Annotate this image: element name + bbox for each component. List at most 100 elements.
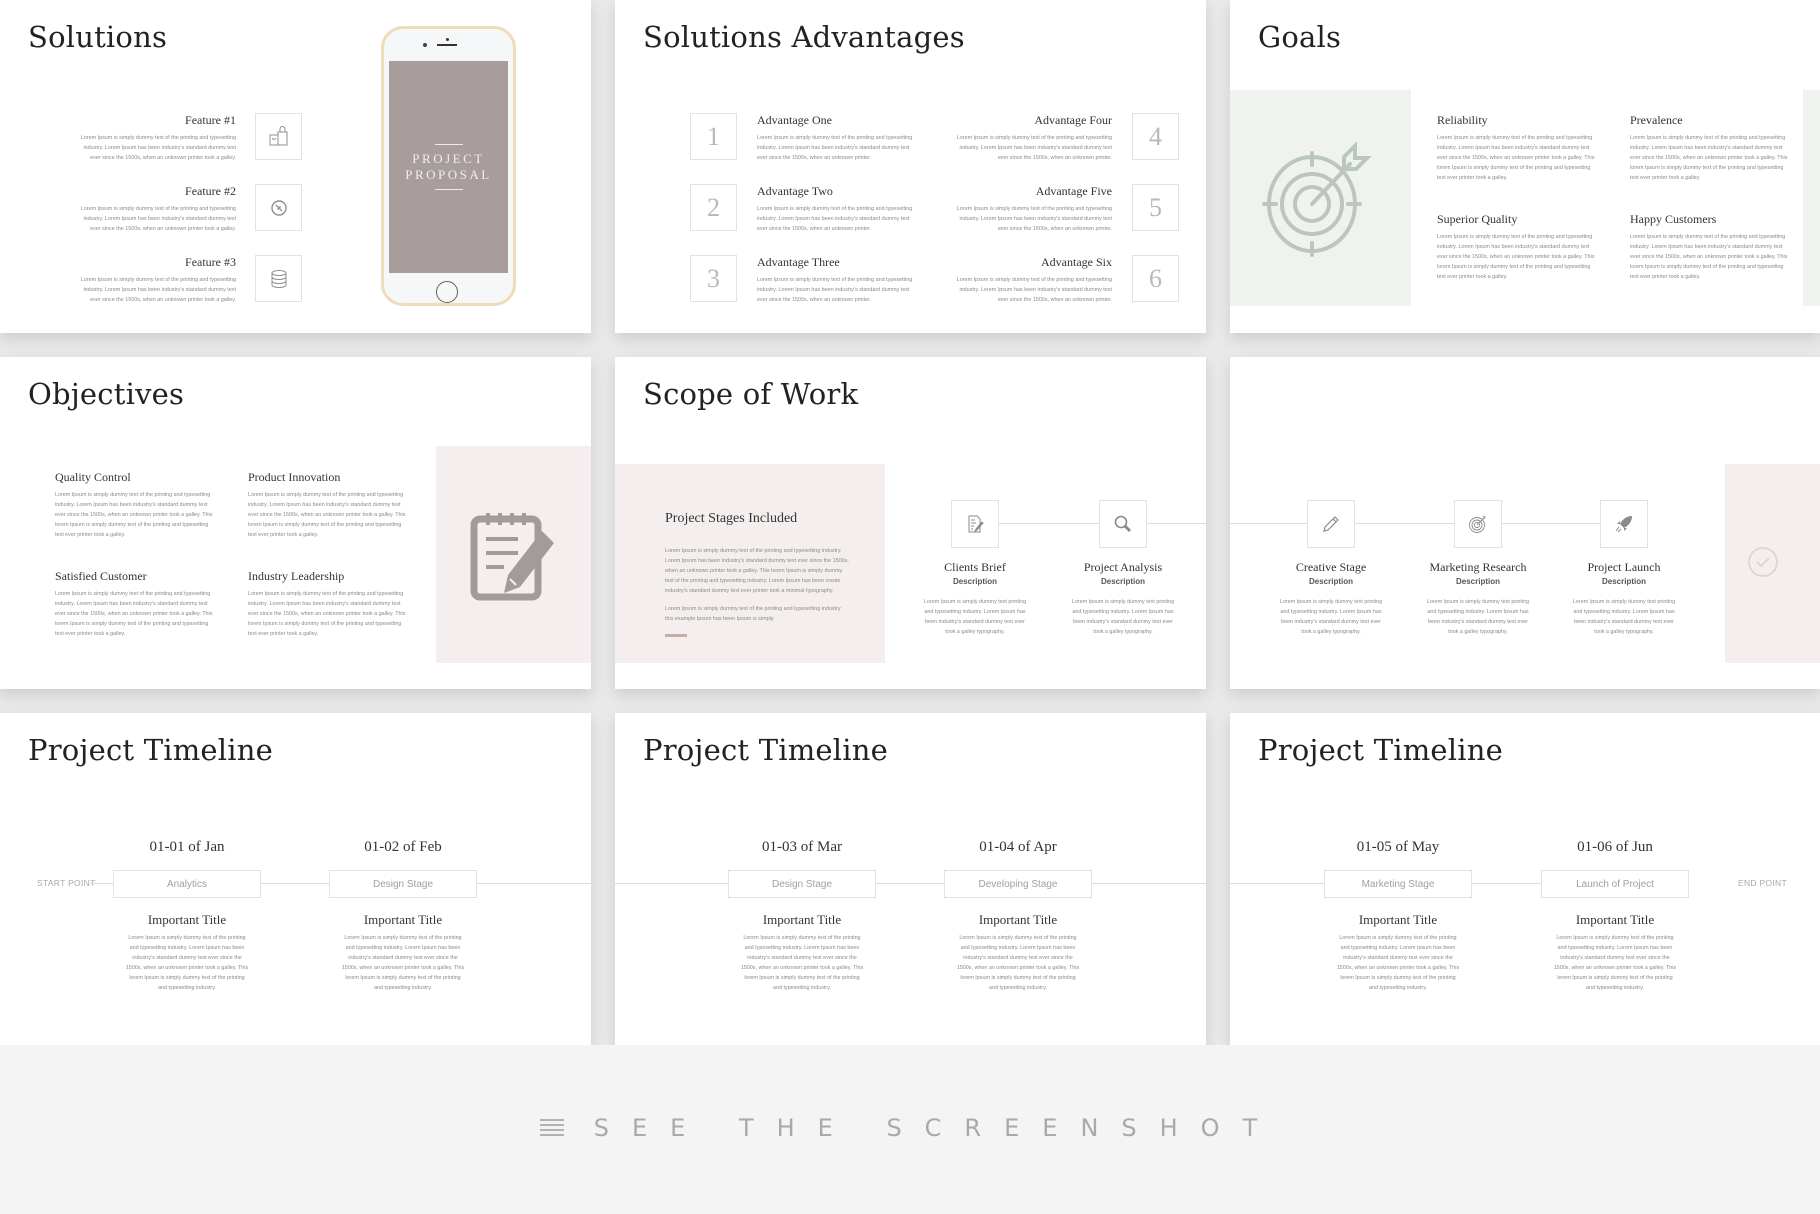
slide-title: Project Timeline <box>643 733 888 767</box>
phone-home-button <box>436 281 458 303</box>
objective-title: Satisfied Customer <box>55 569 147 583</box>
objective-title: Product Innovation <box>248 470 341 484</box>
milestone-title: Important Title <box>978 912 1058 927</box>
shopping-bags-icon <box>255 113 302 160</box>
slide-project-timeline-3[interactable]: Project Timeline END POINT 01-05 of May M… <box>1230 713 1820 1045</box>
advantage-number: 2 <box>690 184 737 231</box>
notepad-pencil-icon <box>470 512 554 600</box>
compass-icon <box>255 184 302 231</box>
advantage-number: 5 <box>1132 184 1179 231</box>
end-point-label: END POINT <box>1738 878 1787 888</box>
stage-title: Project Analysis <box>1083 560 1163 574</box>
advantage-title: Advantage Two <box>757 184 833 198</box>
milestone-date: 01-03 of Mar <box>762 839 842 855</box>
milestone-title: Important Title <box>1358 912 1438 927</box>
goal-title: Prevalence <box>1630 113 1683 127</box>
body-text: Lorem Ipsum is simply dummy text of the … <box>956 935 1080 991</box>
phone-speaker <box>437 44 457 46</box>
body-text: Lorem Ipsum is simply dummy text of the … <box>1437 135 1595 181</box>
milestone-stage: Launch of Project <box>1541 870 1689 898</box>
goal-title: Reliability <box>1437 113 1488 127</box>
feature-title: Feature #1 <box>185 113 236 127</box>
milestone-stage: Design Stage <box>329 870 477 898</box>
slide-title: Scope of Work <box>643 377 859 411</box>
milestone-title: Important Title <box>363 912 443 927</box>
phone-sensor <box>446 38 449 41</box>
slide-title: Solutions <box>28 20 168 54</box>
panel-text: Lorem Ipsum is simply dummy text of the … <box>665 606 841 622</box>
milestone-date: 01-02 of Feb <box>364 839 442 855</box>
milestone-title: Important Title <box>147 912 227 927</box>
milestone-stage: Analytics <box>113 870 261 898</box>
timeline-line <box>615 883 1206 884</box>
magnifier-icon <box>1099 500 1147 548</box>
stage-title: Project Launch <box>1587 560 1661 574</box>
body-text: Lorem Ipsum is simply dummy text of the … <box>1630 234 1788 280</box>
footer-label[interactable]: SEE THE SCREENSHOT <box>594 1114 1280 1142</box>
stage-title: Clients Brief <box>944 560 1006 574</box>
divider <box>434 189 463 190</box>
slide-title: Solutions Advantages <box>643 20 965 54</box>
milestone-stage: Design Stage <box>728 870 876 898</box>
rocket-icon <box>1600 500 1648 548</box>
body-text: Lorem Ipsum is simply dummy text printin… <box>1071 599 1175 635</box>
goal-title: Superior Quality <box>1437 212 1518 226</box>
objective-title: Industry Leadership <box>248 569 345 583</box>
slide-project-timeline-1[interactable]: Project Timeline START POINT 01-01 of Ja… <box>0 713 591 1045</box>
milestone-title: Important Title <box>762 912 842 927</box>
see-screenshot-link[interactable]: SEE THE SCREENSHOT <box>539 1114 1280 1142</box>
body-text: Lorem Ipsum is simply dummy text printin… <box>1426 599 1530 635</box>
slide-solutions[interactable]: Solutions Feature #1 Lorem Ipsum is simp… <box>0 0 591 333</box>
body-text: Lorem Ipsum is simply dummy text of the … <box>125 935 249 991</box>
body-text: Lorem Ipsum is simply dummy text of the … <box>757 206 913 232</box>
advantage-number: 6 <box>1132 255 1179 302</box>
target-arrow-icon <box>1261 141 1372 257</box>
body-text: Lorem Ipsum is simply dummy text of the … <box>341 935 465 991</box>
stage-subtitle: Description <box>952 577 997 586</box>
body-text: Lorem Ipsum is simply dummy text of the … <box>55 591 213 637</box>
feature-title: Feature #3 <box>185 255 236 269</box>
body-text: Lorem Ipsum is simply dummy text of the … <box>956 206 1112 232</box>
advantage-title: Advantage Six <box>1041 255 1112 269</box>
phone-title-line: PROJECT <box>412 151 485 166</box>
divider <box>434 144 463 145</box>
body-text: Lorem Ipsum is simply dummy text of the … <box>1336 935 1460 991</box>
body-text: Lorem Ipsum is simply dummy text of the … <box>248 492 406 538</box>
milestone-stage: Developing Stage <box>944 870 1092 898</box>
slide-scope-of-work[interactable]: Scope of Work Project Stages Included Lo… <box>615 357 1206 689</box>
slide-project-timeline-2[interactable]: Project Timeline 01-03 of Mar Design Stag… <box>615 713 1206 1045</box>
body-text: Lorem Ipsum is simply dummy text of the … <box>55 492 213 538</box>
body-text: Lorem Ipsum is simply dummy text of the … <box>956 135 1112 161</box>
side-panel <box>1803 90 1820 306</box>
body-text: Lorem Ipsum is simply dummy text of the … <box>956 277 1112 303</box>
slide-title: Objectives <box>28 377 185 411</box>
milestone-stage: Marketing Stage <box>1324 870 1472 898</box>
feature-text: Lorem Ipsum is simply dummy text of the … <box>80 277 236 303</box>
panel-title: Project Stages Included <box>665 511 798 526</box>
body-text: Lorem Ipsum is simply dummy text of the … <box>757 135 913 161</box>
phone-screen: PROJECT PROPOSAL <box>389 61 508 273</box>
advantage-title: Advantage Three <box>757 255 840 269</box>
milestone-date: 01-01 of Jan <box>149 839 225 855</box>
accent-bar <box>665 634 687 637</box>
body-text: Lorem Ipsum is simply dummy text printin… <box>1572 599 1676 635</box>
slide-goals[interactable]: Goals Reliability Lorem Ipsum is simply d… <box>1230 0 1820 333</box>
body-text: Lorem Ipsum is simply dummy text printin… <box>923 599 1027 635</box>
scope-panel: Project Stages Included Lorem Ipsum is s… <box>615 464 885 663</box>
body-text: Lorem Ipsum is simply dummy text of the … <box>1437 234 1595 280</box>
body-text: Lorem Ipsum is simply dummy text printin… <box>1279 599 1383 635</box>
feature-text: Lorem Ipsum is simply dummy text of the … <box>80 206 236 232</box>
milestone-title: Important Title <box>1575 912 1655 927</box>
slide-objectives[interactable]: Objectives Quality Control Lorem Ipsum is… <box>0 357 591 689</box>
body-text: Lorem Ipsum is simply dummy text of the … <box>740 935 864 991</box>
target-icon <box>1454 500 1502 548</box>
slides-grid: Solutions Feature #1 Lorem Ipsum is simp… <box>0 0 1820 1045</box>
slide-solutions-advantages[interactable]: Solutions Advantages 1 Advantage One Lorem… <box>615 0 1206 333</box>
footer: SEE THE SCREENSHOT <box>0 1045 1820 1214</box>
body-text: Lorem Ipsum is simply dummy text of the … <box>1553 935 1677 991</box>
advantage-number: 3 <box>690 255 737 302</box>
slide-title: Project Timeline <box>28 733 273 767</box>
advantage-number: 1 <box>690 113 737 160</box>
slide-scope-continued[interactable]: Creative Stage Description Lorem Ipsum is … <box>1230 357 1820 689</box>
hamburger-menu-icon[interactable] <box>539 1118 564 1137</box>
